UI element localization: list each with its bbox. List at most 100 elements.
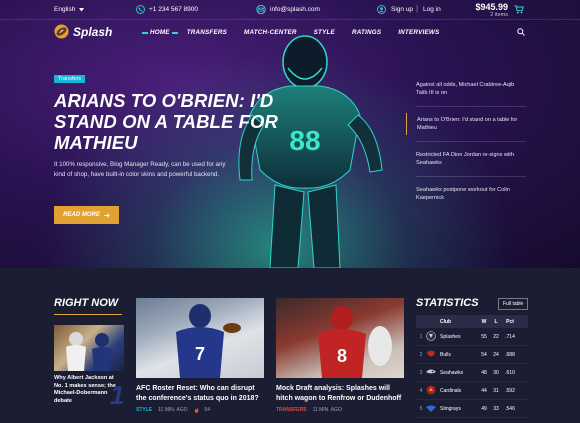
side-news-item[interactable]: Restricted FA Dion Jordan re-signs with …: [406, 148, 526, 170]
story-rank-number: 1: [110, 380, 125, 410]
main-navigation: Splash HOME TRANSFERS MATCH-CENTER STYLE…: [0, 20, 580, 46]
card-image[interactable]: 8: [276, 298, 404, 378]
quarterback-photo: 7: [176, 304, 241, 378]
row-club: Splashes: [440, 333, 461, 340]
team-logo-icon: [426, 367, 440, 379]
row-club: Bulls: [440, 351, 451, 358]
card-meta: STYLE 11 MIN. AGO 54: [136, 407, 210, 413]
row-w: 54: [481, 351, 487, 358]
table-row[interactable]: 1 Splashes 55 22 .714: [416, 328, 528, 346]
header-pct: Pct: [506, 318, 514, 325]
team-logo-icon: [426, 330, 440, 343]
table-row[interactable]: 2 Bulls 54 24 .688: [416, 346, 528, 364]
row-rank: 5: [419, 405, 423, 412]
row-rank: 4: [419, 387, 423, 394]
site-logo[interactable]: Splash: [54, 24, 112, 39]
nav-interviews[interactable]: INTERVIEWS: [398, 29, 439, 36]
card-category[interactable]: TRANSFERS: [276, 407, 307, 413]
login-label: Log in: [423, 6, 441, 13]
players-photo: [66, 332, 112, 371]
row-rank: 3: [419, 369, 423, 376]
table-row[interactable]: 3 Seahawks 48 30 .610: [416, 364, 528, 382]
hero-title[interactable]: ARIANS TO O'BRIEN: I'D STAND ON A TABLE …: [54, 90, 294, 153]
divider: |: [416, 4, 419, 13]
table-row[interactable]: 5 Stingrays 49 33 .546: [416, 400, 528, 418]
row-pct: .546: [505, 405, 515, 412]
team-logo-icon: [426, 385, 440, 397]
row-pct: .714: [505, 333, 515, 340]
row-l: 24: [493, 351, 499, 358]
row-l: 22: [493, 333, 499, 340]
row-pct: .688: [505, 351, 515, 358]
right-now-heading: RIGHT NOW: [54, 297, 119, 309]
user-icon: [377, 5, 386, 14]
email-contact[interactable]: info@splash.com: [256, 5, 320, 14]
side-news-item[interactable]: Seahawks postpone workout for Colin Kaep…: [406, 183, 526, 205]
svg-text:7: 7: [195, 344, 205, 364]
nav-transfers[interactable]: TRANSFERS: [187, 29, 227, 36]
svg-text:8: 8: [337, 346, 347, 366]
row-w: 44: [481, 387, 487, 394]
nav-links: HOME TRANSFERS MATCH-CENTER STYLE RATING…: [142, 29, 456, 36]
row-pct: .592: [505, 387, 515, 394]
nav-match-center[interactable]: MATCH-CENTER: [244, 29, 297, 36]
row-club: Stingrays: [440, 405, 461, 412]
nav-home[interactable]: HOME: [142, 29, 178, 36]
row-w: 55: [481, 333, 487, 340]
team-logo-icon: [426, 349, 440, 361]
read-more-button[interactable]: READ MORE: [54, 206, 119, 224]
login-link[interactable]: Log in: [423, 6, 441, 13]
phone-number: +1 234 567 8900: [149, 6, 198, 13]
signup-label: Sign up: [391, 6, 414, 13]
right-now-image[interactable]: [54, 325, 124, 371]
header-w: W: [481, 318, 487, 325]
nav-ratings[interactable]: RATINGS: [352, 29, 381, 36]
brand-name: Splash: [73, 24, 113, 39]
card-title[interactable]: Mock Draft analysis: Splashes will hitch…: [276, 384, 404, 403]
category-badge[interactable]: Transfers: [54, 75, 86, 83]
hero-description: It 100% responsive, Blog Manager Ready, …: [54, 161, 226, 178]
mail-icon: [256, 5, 266, 14]
read-more-label: READ MORE: [63, 212, 100, 218]
language-label: English: [54, 6, 76, 13]
card-image[interactable]: 7: [136, 298, 264, 378]
card-title[interactable]: AFC Roster Reset: Who can disrupt the co…: [136, 384, 264, 403]
language-selector[interactable]: English: [54, 6, 85, 13]
team-logo-icon: [426, 403, 440, 415]
divider: [416, 141, 526, 142]
row-rank: 1: [419, 333, 423, 340]
football-logo-icon: [54, 24, 69, 39]
row-l: 33: [493, 405, 499, 412]
header-club: Club: [440, 318, 452, 325]
full-table-button[interactable]: Full table: [498, 298, 529, 310]
phone-icon: [136, 5, 145, 14]
card-meta: TRANSFERS 11 MIN. AGO: [276, 407, 342, 413]
standings-table: Club W L Pct 1 Splashes 55 22 .714 2 Bul…: [416, 315, 528, 418]
phone-contact[interactable]: +1 234 567 8900: [136, 5, 198, 14]
fire-icon: [194, 407, 198, 413]
cart-items-count: 2 items: [490, 12, 508, 18]
card-count: 54: [204, 407, 211, 413]
table-row[interactable]: 4 Cardinals 44 31 .592: [416, 382, 528, 400]
row-club: Cardinals: [440, 387, 462, 394]
divider: [416, 106, 526, 107]
cart-icon[interactable]: [514, 5, 524, 14]
players-photo: 8: [318, 306, 392, 378]
arrow-right-icon: [103, 212, 110, 218]
table-header: Club W L Pct: [416, 315, 528, 328]
row-w: 48: [481, 369, 487, 376]
cart-summary[interactable]: $945.99 2 items: [475, 2, 508, 18]
search-icon[interactable]: [517, 28, 525, 36]
signup-link[interactable]: Sign up: [391, 6, 413, 13]
top-bar: English +1 234 567 8900 info@splash.com …: [0, 0, 580, 20]
nav-style[interactable]: STYLE: [314, 29, 335, 36]
card-time: 11 MIN. AGO: [312, 407, 342, 413]
side-news-item[interactable]: Against all odds, Michael Crabtree-Aqib …: [406, 78, 526, 100]
row-l: 31: [493, 387, 499, 394]
row-rank: 2: [419, 351, 423, 358]
header-l: L: [494, 318, 498, 325]
divider: [416, 176, 526, 177]
side-news-item-active[interactable]: Arians to O'Brien: I'd stand on a table …: [406, 113, 526, 135]
heading-underline: [54, 314, 122, 315]
card-category[interactable]: STYLE: [136, 407, 152, 413]
